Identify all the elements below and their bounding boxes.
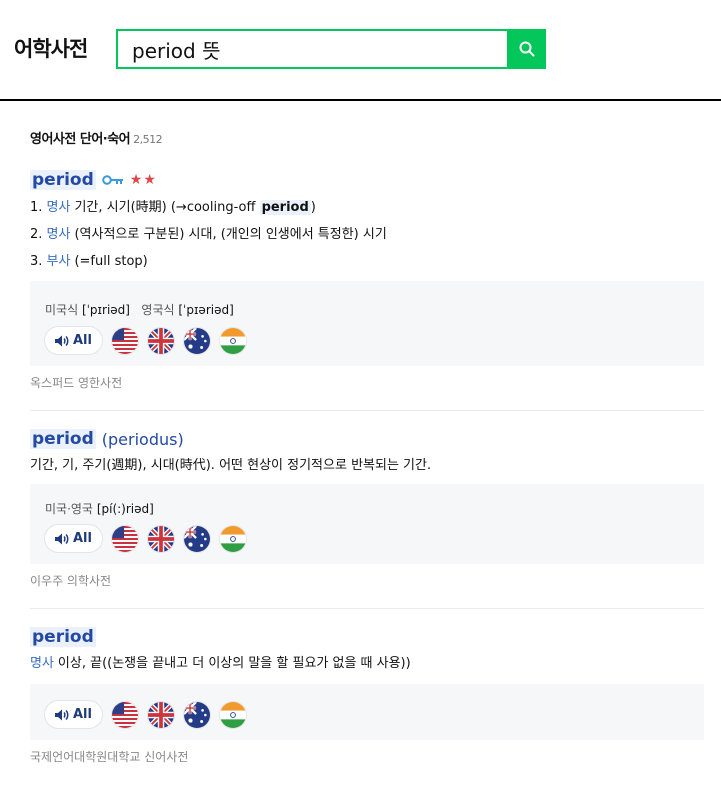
dictionary-source[interactable]: 옥스퍼드 영한사전 — [30, 374, 122, 391]
dictionary-source[interactable]: 국제언어대학원대학교 신어사전 — [30, 748, 188, 765]
australia-flag-icon[interactable] — [183, 524, 211, 553]
australia-flag-icon[interactable] — [183, 326, 211, 355]
pronunciation-buttons: All — [44, 700, 247, 729]
pronunciation-buttons: All — [44, 326, 247, 355]
sense-item: 1. 명사 기간, 시기(時期) (→cooling-off period) — [30, 200, 316, 215]
word-origin: (periodus) — [101, 429, 184, 449]
uk-flag-icon[interactable] — [147, 326, 175, 355]
sense-item: 2. 명사 (역사적으로 구분된) 시대, (개인의 인생에서 특정한) 시기 — [30, 227, 387, 242]
divider — [30, 608, 704, 609]
entry-word[interactable]: period — [30, 429, 96, 449]
pronunciation-text: 미국·영국 [pí(:)riəd] — [45, 502, 154, 516]
us-flag-icon[interactable] — [111, 326, 139, 355]
divider — [30, 410, 704, 411]
india-flag-icon[interactable] — [219, 524, 247, 553]
pronunciation-box: 미국·영국 [pí(:)riəd] All — [30, 484, 704, 564]
play-all-button[interactable]: All — [44, 700, 103, 729]
speaker-icon — [55, 709, 69, 720]
entry-neologism: period 명사 이상, 끝((논쟁을 끝내고 더 이상의 말을 할 필요가 없… — [30, 625, 704, 677]
speaker-icon — [55, 335, 69, 346]
india-flag-icon[interactable] — [219, 326, 247, 355]
australia-flag-icon[interactable] — [183, 700, 211, 729]
pronunciation-box: All — [30, 684, 704, 740]
dictionary-source[interactable]: 이우주 의학사전 — [30, 572, 111, 589]
importance-stars: ★★ — [129, 172, 157, 188]
uk-flag-icon[interactable] — [147, 524, 175, 553]
search-icon — [519, 41, 534, 57]
entry-word[interactable]: period — [30, 170, 96, 190]
uk-flag-icon[interactable] — [147, 700, 175, 729]
us-flag-icon[interactable] — [111, 700, 139, 729]
section-heading: 영어사전 단어·숙어 2,512 — [30, 128, 163, 147]
sense-item: 3. 부사 (=full stop) — [30, 254, 148, 269]
pronunciation-buttons: All — [44, 524, 247, 553]
definition: 명사 이상, 끝((논쟁을 끝내고 더 이상의 말을 할 필요가 없을 때 사용)… — [30, 656, 411, 671]
pronunciation-text: 미국식 [ˈpɪriəd] 영국식 [ˈpɪəriəd] — [45, 303, 234, 317]
play-all-button[interactable]: All — [44, 524, 103, 553]
section-title: 영어사전 단어·숙어 — [30, 132, 131, 147]
entry-word[interactable]: period — [30, 627, 96, 647]
speaker-icon — [55, 533, 69, 544]
part-of-speech[interactable]: 부사 — [47, 254, 71, 269]
play-all-button[interactable]: All — [44, 326, 103, 355]
entry-medical: period (periodus) 기간, 기, 주기(週期), 시대(時代).… — [30, 427, 704, 479]
highlight-word: period — [259, 200, 311, 215]
key-icon — [101, 174, 124, 186]
search-box[interactable] — [116, 29, 508, 69]
pronunciation-box: 미국식 [ˈpɪriəd] 영국식 [ˈpɪəriəd] All — [30, 281, 704, 366]
definition: 기간, 기, 주기(週期), 시대(時代). 어떤 현상이 정기적으로 반복되는… — [30, 458, 432, 473]
part-of-speech[interactable]: 명사 — [30, 656, 54, 671]
search-input[interactable] — [118, 31, 508, 67]
part-of-speech[interactable]: 명사 — [47, 227, 71, 242]
entry-oxford: period ★★ 1. 명사 기간, 시기(時期) (→cooling-off … — [30, 168, 704, 275]
header: 어학사전 — [0, 0, 721, 101]
search-button[interactable] — [507, 29, 546, 69]
us-flag-icon[interactable] — [111, 524, 139, 553]
india-flag-icon[interactable] — [219, 700, 247, 729]
result-count: 2,512 — [133, 133, 163, 146]
part-of-speech[interactable]: 명사 — [47, 200, 71, 215]
app-title[interactable]: 어학사전 — [14, 33, 88, 63]
